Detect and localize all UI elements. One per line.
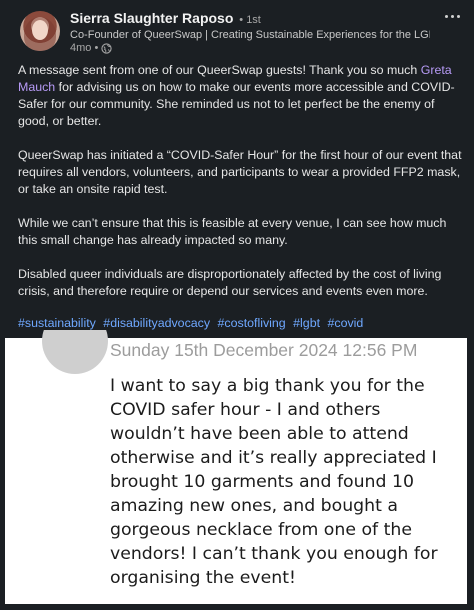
linkedin-post: Sierra Slaughter Raposo • 1st Co-Founder… <box>0 0 474 338</box>
post-paragraph-2: QueerSwap has initiated a “COVID-Safer H… <box>18 148 462 196</box>
post-paragraph-1: A message sent from one of our QueerSwap… <box>18 63 455 128</box>
avatar-face <box>32 20 48 40</box>
author-line: Sierra Slaughter Raposo • 1st <box>70 10 261 26</box>
hashtag-list: #sustainability #disabilityadvocacy #cos… <box>18 316 367 330</box>
message-timestamp: Sunday 15th December 2024 12:56 PM <box>110 340 418 360</box>
author-name[interactable]: Sierra Slaughter Raposo <box>70 10 233 26</box>
placeholder-avatar <box>42 330 108 376</box>
globe-icon <box>101 42 112 54</box>
hashtag-link[interactable]: #costofliving <box>218 316 286 330</box>
more-options-icon[interactable] <box>440 10 464 22</box>
hashtag-link[interactable]: #covid <box>327 316 363 330</box>
hashtag-link[interactable]: #disabilityadvocacy <box>103 316 210 330</box>
post-age: 4mo • <box>70 42 99 54</box>
guest-message-image: Sunday 15th December 2024 12:56 PM I wan… <box>5 330 467 604</box>
hashtag-link[interactable]: #sustainability <box>18 316 96 330</box>
post-body: A message sent from one of our QueerSwap… <box>18 62 464 317</box>
author-avatar[interactable] <box>20 11 60 51</box>
hashtag-link[interactable]: #lgbt <box>293 316 320 330</box>
post-paragraph-4: Disabled queer individuals are dispropor… <box>18 267 442 298</box>
post-paragraph-3: While we can’t ensure that this is feasi… <box>18 216 447 247</box>
message-text: I want to say a big thank you for the CO… <box>110 376 438 588</box>
connection-degree: • 1st <box>239 14 261 26</box>
post-meta: 4mo • <box>70 42 112 54</box>
author-headline: Co-Founder of QueerSwap | Creating Susta… <box>70 29 430 41</box>
